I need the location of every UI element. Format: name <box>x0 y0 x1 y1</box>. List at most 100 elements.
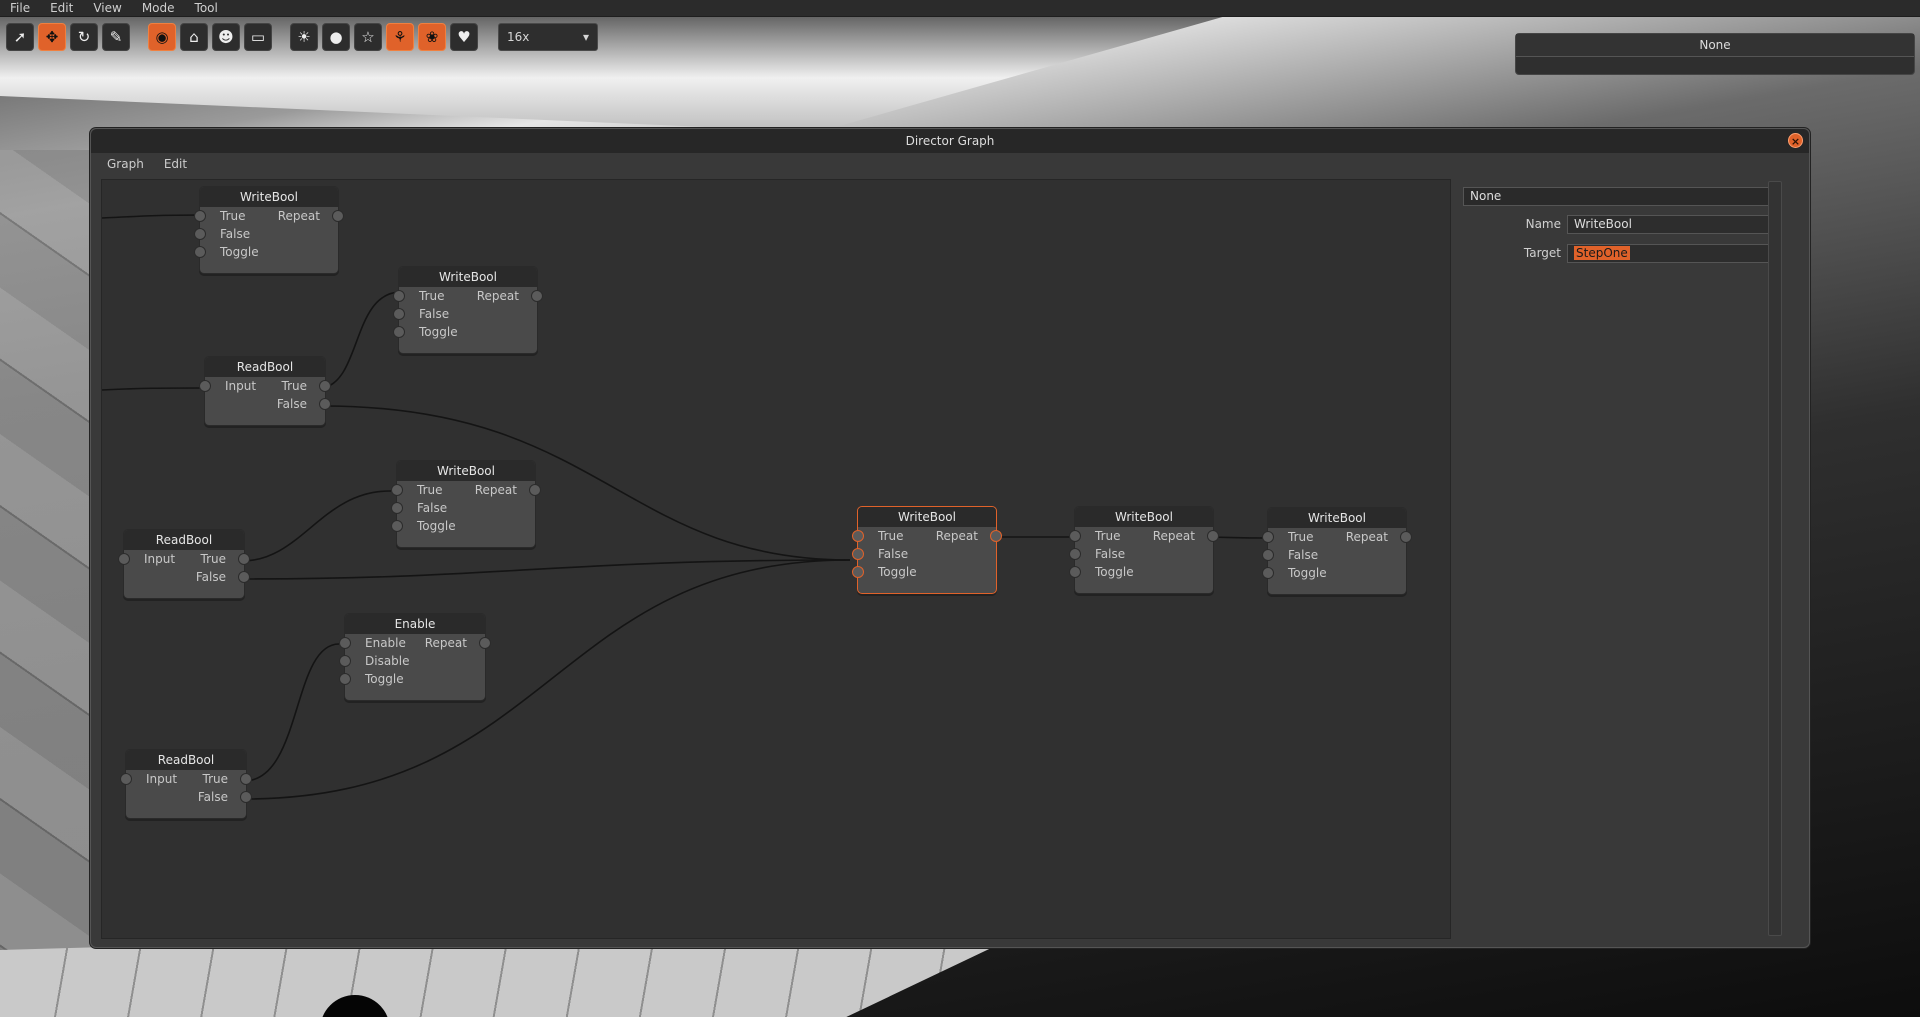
users-icon[interactable]: ☻ <box>212 23 240 51</box>
monitor-icon[interactable]: ▭ <box>244 23 272 51</box>
window-titlebar[interactable]: Director Graph × <box>91 129 1809 153</box>
input-pin[interactable] <box>852 530 864 542</box>
input-pin[interactable] <box>194 210 206 222</box>
output-pin[interactable] <box>1400 531 1412 543</box>
node-enable[interactable]: Enable Enable Repeat Disable Toggle <box>339 613 491 701</box>
node-readbool[interactable]: ReadBool Input True False <box>120 749 252 819</box>
menu-bar: File Edit View Mode Tool <box>0 0 1920 17</box>
wrench-icon[interactable]: ✎ <box>102 23 130 51</box>
input-pin[interactable] <box>1262 531 1274 543</box>
node-writebool[interactable]: WriteBool True Repeat False Toggle <box>391 460 541 548</box>
inspector-scrollbar[interactable] <box>1768 181 1782 936</box>
pin-label: Input <box>144 552 176 566</box>
home-icon[interactable]: ⌂ <box>180 23 208 51</box>
target-value: StepOne <box>1574 246 1630 260</box>
input-pin[interactable] <box>1069 548 1081 560</box>
input-pin[interactable] <box>852 548 864 560</box>
node-title: ReadBool <box>126 750 246 770</box>
output-pin[interactable] <box>332 210 344 222</box>
menu-file[interactable]: File <box>0 1 40 15</box>
graph-wires <box>102 214 1267 800</box>
selection-panel[interactable]: None <box>1515 33 1915 75</box>
output-pin[interactable] <box>990 530 1002 542</box>
star-icon[interactable]: ☆ <box>354 23 382 51</box>
pin-label: Toggle <box>365 672 404 686</box>
node-writebool[interactable]: WriteBool True Repeat False Toggle <box>1262 507 1412 595</box>
menu-graph-edit[interactable]: Edit <box>156 157 195 171</box>
heart-icon[interactable]: ♥ <box>450 23 478 51</box>
input-pin[interactable] <box>1262 567 1274 579</box>
move-icon[interactable]: ✥ <box>38 23 66 51</box>
pin-label: Repeat <box>1345 530 1388 544</box>
output-pin[interactable] <box>240 773 252 785</box>
menu-tool[interactable]: Tool <box>185 1 228 15</box>
pin-label: True <box>419 289 445 303</box>
node-title: WriteBool <box>1075 507 1213 527</box>
output-pin[interactable] <box>319 398 331 410</box>
input-pin[interactable] <box>120 773 132 785</box>
name-field[interactable]: WriteBool <box>1567 215 1775 234</box>
input-pin[interactable] <box>391 502 403 514</box>
zoom-select[interactable]: 16x ▾ <box>498 23 598 51</box>
butterfly-icon[interactable]: ⚘ <box>386 23 414 51</box>
globe-icon[interactable]: ◉ <box>148 23 176 51</box>
menu-view[interactable]: View <box>83 1 131 15</box>
pin-label: Toggle <box>878 565 917 579</box>
input-pin[interactable] <box>194 228 206 240</box>
input-pin[interactable] <box>393 326 405 338</box>
output-pin[interactable] <box>479 637 491 649</box>
output-pin[interactable] <box>319 380 331 392</box>
node-title: WriteBool <box>200 187 338 207</box>
rotate-icon[interactable]: ↻ <box>70 23 98 51</box>
input-pin[interactable] <box>339 673 351 685</box>
input-pin[interactable] <box>1262 549 1274 561</box>
input-pin[interactable] <box>1069 530 1081 542</box>
chevron-down-icon: ▾ <box>582 30 589 44</box>
node-readbool[interactable]: ReadBool Input True False <box>118 529 250 599</box>
pin-label: True <box>281 379 308 393</box>
menu-graph[interactable]: Graph <box>99 157 152 171</box>
paw-icon[interactable]: ❀ <box>418 23 446 51</box>
pin-label: False <box>417 501 448 515</box>
pin-label: True <box>1095 529 1121 543</box>
input-pin[interactable] <box>852 566 864 578</box>
zoom-value: 16x <box>507 30 530 44</box>
input-pin[interactable] <box>118 553 130 565</box>
pin-label: False <box>197 790 228 804</box>
lightbulb-icon[interactable]: ☀ <box>290 23 318 51</box>
node-writebool-selected[interactable]: WriteBool True Repeat False Toggle <box>852 506 1002 594</box>
pin-label: False <box>1095 547 1126 561</box>
node-readbool[interactable]: ReadBool Input True False <box>199 356 331 426</box>
input-pin[interactable] <box>393 290 405 302</box>
select-arrow-icon[interactable]: ➚ <box>6 23 34 51</box>
pin-label: False <box>276 397 307 411</box>
input-pin[interactable] <box>391 484 403 496</box>
output-pin[interactable] <box>238 571 250 583</box>
node-writebool[interactable]: WriteBool True Repeat False Toggle <box>393 266 543 354</box>
target-field[interactable]: StepOne <box>1567 244 1775 263</box>
sphere-icon[interactable]: ● <box>322 23 350 51</box>
output-pin[interactable] <box>529 484 541 496</box>
input-pin[interactable] <box>393 308 405 320</box>
menu-edit[interactable]: Edit <box>40 1 83 15</box>
director-graph-window: Director Graph × Graph Edit WriteBool Tr… <box>90 128 1810 948</box>
output-pin[interactable] <box>1207 530 1219 542</box>
inspector-header[interactable]: None <box>1463 187 1776 206</box>
graph-canvas[interactable]: WriteBool True Repeat False Toggle WriteB… <box>101 179 1451 939</box>
node-writebool[interactable]: WriteBool True Repeat False Toggle <box>1069 506 1219 594</box>
output-pin[interactable] <box>240 791 252 803</box>
output-pin[interactable] <box>238 553 250 565</box>
input-pin[interactable] <box>339 655 351 667</box>
input-pin[interactable] <box>1069 566 1081 578</box>
menu-mode[interactable]: Mode <box>132 1 185 15</box>
output-pin[interactable] <box>531 290 543 302</box>
input-pin[interactable] <box>199 380 211 392</box>
input-pin[interactable] <box>391 520 403 532</box>
close-icon[interactable]: × <box>1788 133 1803 148</box>
input-pin[interactable] <box>339 637 351 649</box>
pin-label: Repeat <box>277 209 320 223</box>
node-writebool[interactable]: WriteBool True Repeat False Toggle <box>194 186 344 274</box>
pin-label: Repeat <box>935 529 978 543</box>
pin-label: True <box>220 209 246 223</box>
input-pin[interactable] <box>194 246 206 258</box>
